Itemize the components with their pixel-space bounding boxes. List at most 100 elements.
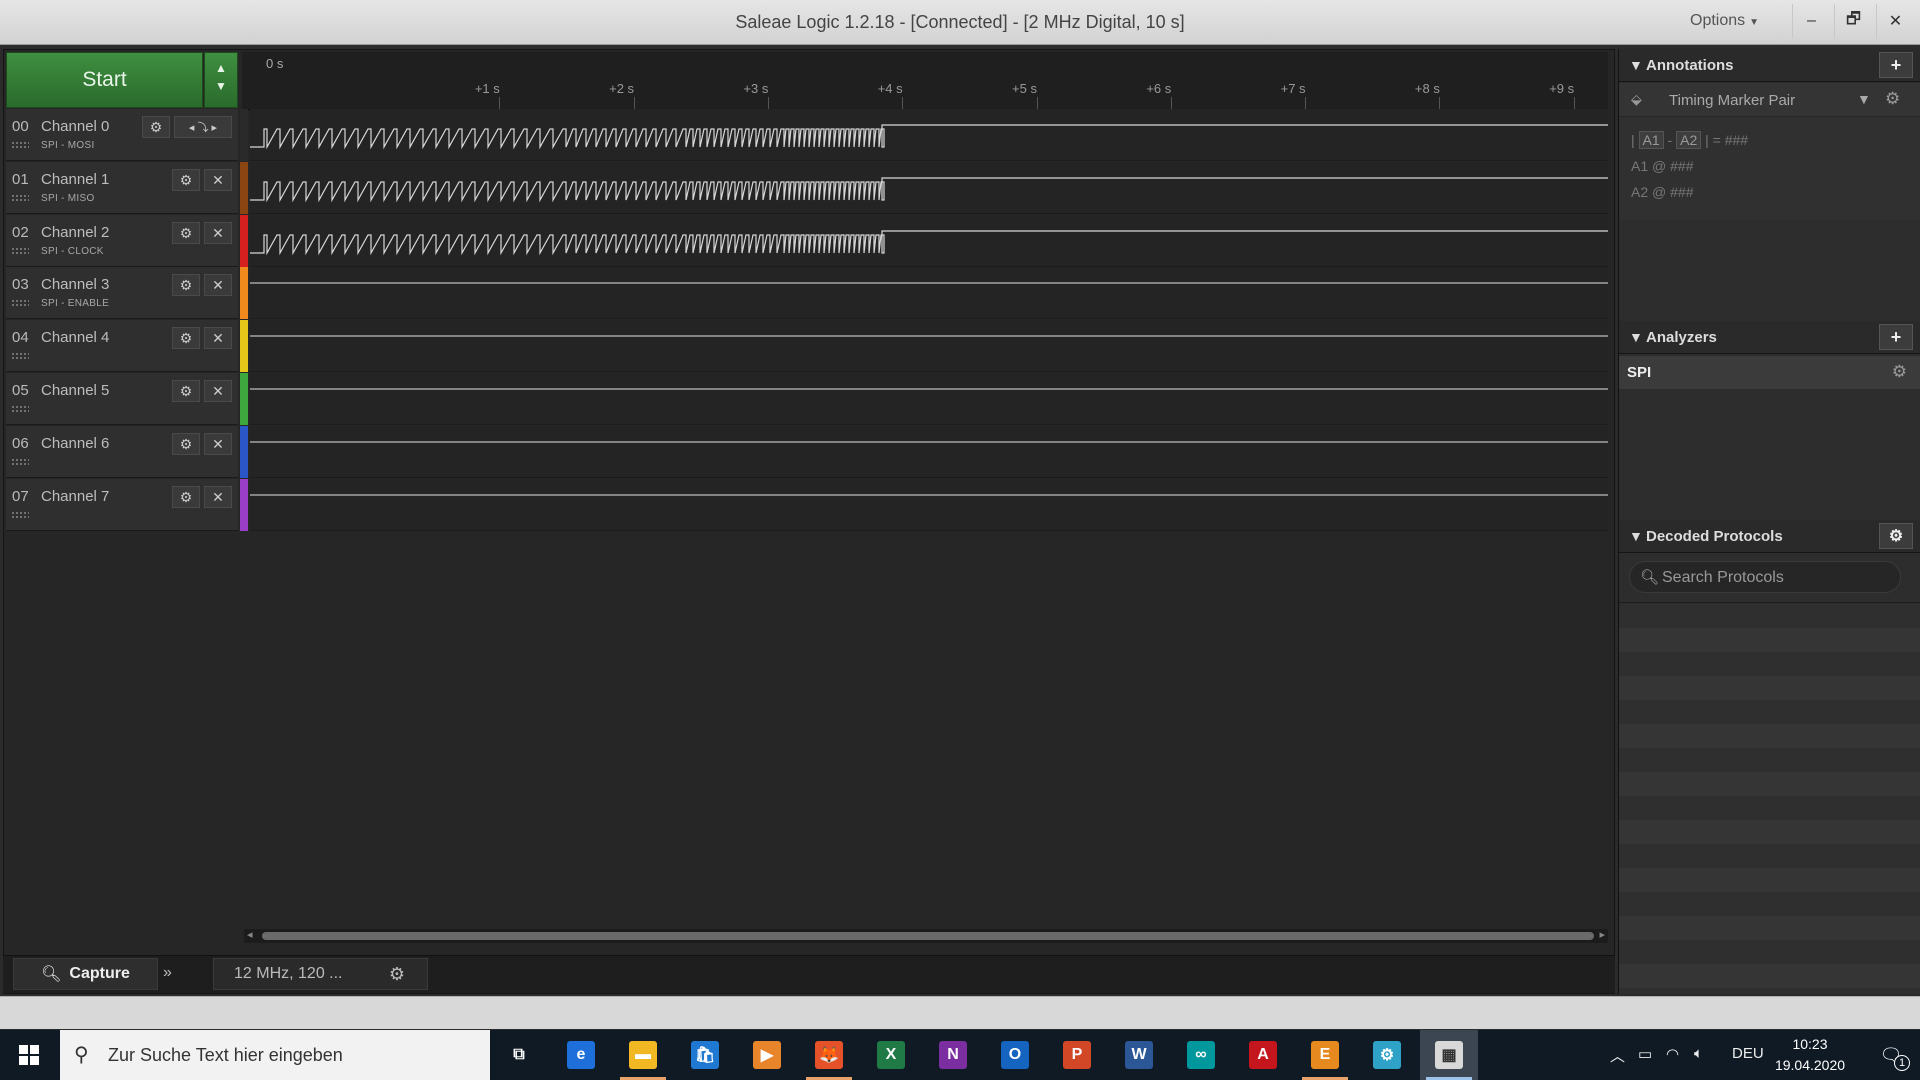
drag-handle-icon[interactable] [11,405,29,413]
decoded-protocols-header[interactable]: ▼ Decoded Protocols ⚙ [1619,520,1920,553]
taskbar-search[interactable]: ⚲ [60,1030,490,1080]
gear-icon[interactable]: ⚙ [172,380,200,402]
volume-icon[interactable]: 🔈︎ [1694,1045,1703,1062]
channel-name[interactable]: Channel 0 [41,118,109,135]
channel-waveform-04[interactable] [250,320,1608,372]
channel-label-03[interactable]: 03 Channel 3 SPI - ENABLE ⚙ ✕ [6,267,238,319]
taskbar-app-arduino[interactable]: ∞ [1172,1030,1230,1080]
channel-name[interactable]: Channel 3 [41,276,109,293]
taskbar-app-eagle[interactable]: E [1296,1030,1354,1080]
drag-handle-icon[interactable] [11,299,29,307]
search-input[interactable] [1662,566,1892,590]
protocol-search-box[interactable]: 🔍︎ [1629,561,1901,593]
wifi-icon[interactable]: ◠ [1666,1045,1679,1063]
trigger-none-button[interactable]: ✕ [204,486,232,508]
drag-handle-icon[interactable] [11,141,29,149]
taskbar-app-media[interactable]: ▶ [738,1030,796,1080]
drag-handle-icon[interactable] [11,458,29,466]
time-ruler[interactable]: 0 s +1 s +2 s +3 s +4 s +5 s +6 s +7 s +8 s +9 s [242,52,1608,110]
options-menu[interactable]: Options ▼ [1690,12,1759,30]
language-indicator[interactable]: DEU [1732,1045,1764,1062]
trigger-none-button[interactable]: ✕ [204,274,232,296]
taskbar-app-saleae-logic[interactable]: ▦ [1420,1030,1478,1080]
drag-handle-icon[interactable] [11,352,29,360]
taskbar-app-edge[interactable]: e [552,1030,610,1080]
drag-handle-icon[interactable] [11,511,29,519]
decoded-settings-button[interactable]: ⚙ [1879,523,1913,549]
channel-waveform-02[interactable] [250,215,1608,267]
scroll-left-icon[interactable]: ◂ [247,928,253,941]
taskbar-app-powerpoint[interactable]: P [1048,1030,1106,1080]
add-annotation-button[interactable]: + [1879,52,1913,78]
channel-name[interactable]: Channel 4 [41,329,109,346]
channel-waveform-07[interactable] [250,479,1608,531]
drag-handle-icon[interactable] [11,247,29,255]
more-tabs-button[interactable]: » [163,964,172,982]
channel-label-01[interactable]: 01 Channel 1 SPI - MISO ⚙ ✕ [6,162,238,214]
start-menu-button[interactable] [0,1030,58,1080]
gear-icon[interactable]: ⚙ [1892,362,1907,382]
restore-button[interactable]: 🗗 [1834,4,1872,38]
trigger-edge-selector[interactable]: ◂ ⤵ ▸ [174,116,232,138]
tab-sample-rate[interactable]: 12 MHz, 120 ... ⚙ [213,958,428,990]
channel-waveform-00[interactable] [250,109,1608,161]
taskbar-app-onenote[interactable]: N [924,1030,982,1080]
taskbar-app-file-explorer[interactable]: ▬ [614,1030,672,1080]
start-options-button[interactable]: ▲ ▼ [204,52,238,108]
battery-icon[interactable]: ▭ [1638,1045,1652,1063]
gear-icon[interactable]: ⚙ [172,274,200,296]
channel-label-02[interactable]: 02 Channel 2 SPI - CLOCK ⚙ ✕ [6,215,238,267]
horizontal-scrollbar[interactable]: ◂ ▸ [244,929,1608,943]
decoded-protocols-list[interactable] [1619,604,1920,994]
timing-marker-pair[interactable]: ⬙ Timing Marker Pair ▼ ⚙ [1619,83,1920,117]
trigger-none-button[interactable]: ✕ [204,222,232,244]
channel-label-07[interactable]: 07 Channel 7 ⚙ ✕ [6,479,238,531]
taskbar-clock[interactable]: 10:23 19.04.2020 [1760,1034,1860,1076]
taskbar-app-task-view[interactable]: ⧉ [490,1030,548,1080]
gear-icon[interactable]: ⚙ [172,222,200,244]
taskbar-app-outlook[interactable]: O [986,1030,1044,1080]
gear-icon[interactable]: ⚙ [172,327,200,349]
channel-waveform-01[interactable] [250,162,1608,214]
close-button[interactable]: ✕ [1876,4,1914,38]
gear-icon[interactable]: ⚙ [172,433,200,455]
start-button[interactable]: Start [6,52,203,108]
trigger-none-button[interactable]: ✕ [204,327,232,349]
marker-a2-chip[interactable]: A2 [1676,131,1702,149]
channel-name[interactable]: Channel 6 [41,435,109,452]
channel-name[interactable]: Channel 2 [41,224,109,241]
trigger-none-button[interactable]: ✕ [204,380,232,402]
gear-icon[interactable]: ⚙ [172,169,200,191]
channel-label-00[interactable]: 00 Channel 0 SPI - MOSI ⚙ ◂ ⤵ ▸ [6,109,238,161]
analyzers-header[interactable]: ▼ Analyzers + [1619,321,1920,354]
drag-handle-icon[interactable] [11,194,29,202]
taskbar-app-excel[interactable]: X [862,1030,920,1080]
add-analyzer-button[interactable]: + [1879,324,1913,350]
taskbar-app-firefox[interactable]: 🦊 [800,1030,858,1080]
annotations-header[interactable]: ▼ Annotations + [1619,49,1920,82]
taskbar-app-word[interactable]: W [1110,1030,1168,1080]
gear-icon[interactable]: ⚙ [172,486,200,508]
channel-waveform-06[interactable] [250,426,1608,478]
action-center-button[interactable]: 🗨 1 [1862,1030,1920,1080]
channel-label-06[interactable]: 06 Channel 6 ⚙ ✕ [6,426,238,478]
taskbar-app-settings-app[interactable]: ⚙ [1358,1030,1416,1080]
scrollbar-thumb[interactable] [262,932,1594,940]
gear-icon[interactable]: ⚙ [389,964,405,985]
chevron-down-icon[interactable]: ▼ [1857,91,1871,107]
chevron-up-icon[interactable]: ︿ [1610,1045,1625,1066]
minimize-button[interactable]: – [1792,4,1830,38]
taskbar-app-acrobat[interactable]: A [1234,1030,1292,1080]
trigger-none-button[interactable]: ✕ [204,433,232,455]
tab-capture[interactable]: 🔍︎ Capture [13,958,158,990]
taskbar-app-store[interactable]: 🛍 [676,1030,734,1080]
analyzer-item-spi[interactable]: SPI ⚙ [1619,356,1920,389]
channel-waveform-03[interactable] [250,267,1608,319]
marker-a1-chip[interactable]: A1 [1638,131,1664,149]
taskbar-search-input[interactable] [108,1042,478,1068]
channel-waveform-05[interactable] [250,373,1608,425]
scroll-right-icon[interactable]: ▸ [1599,928,1605,941]
channel-name[interactable]: Channel 1 [41,171,109,188]
channel-label-04[interactable]: 04 Channel 4 ⚙ ✕ [6,320,238,372]
channel-name[interactable]: Channel 7 [41,488,109,505]
